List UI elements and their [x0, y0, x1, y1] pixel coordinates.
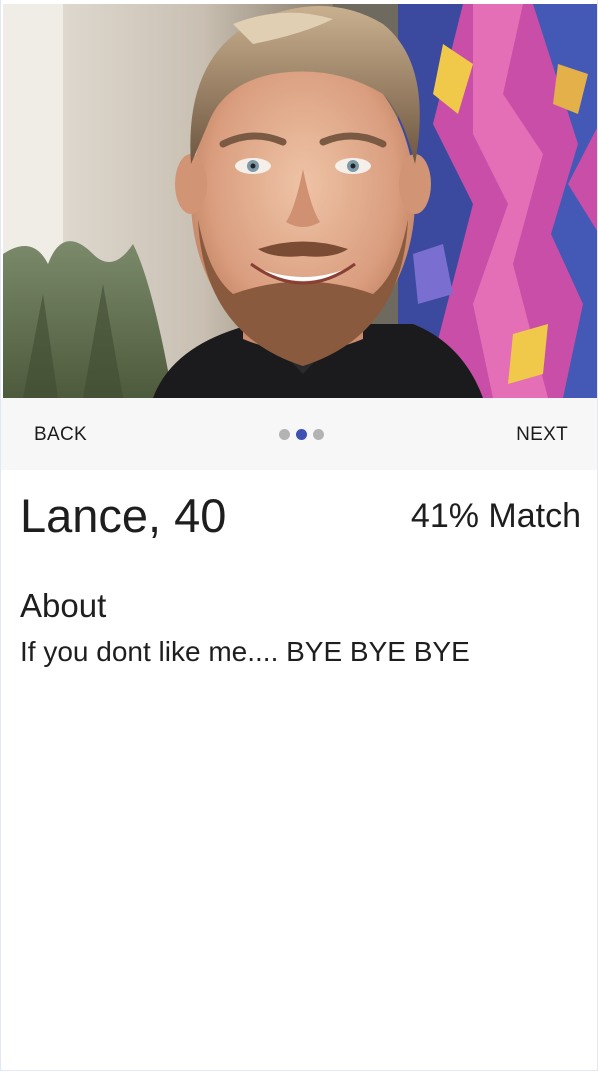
about-heading: About — [20, 587, 107, 624]
step-dot-2-active — [296, 429, 307, 440]
photo-stepper: BACK NEXT — [1, 398, 597, 470]
next-button[interactable]: NEXT — [502, 398, 582, 470]
step-indicator — [279, 429, 324, 441]
step-dot-3 — [313, 429, 324, 440]
match-percentage: 41% Match — [410, 497, 581, 535]
profile-card: BACK NEXT Lance, 40 41% Match About If y… — [0, 0, 598, 1071]
back-button[interactable]: BACK — [20, 398, 101, 470]
profile-photo — [3, 4, 597, 398]
about-text: If you dont like me.... BYE BYE BYE — [20, 636, 470, 667]
step-dot-1 — [279, 429, 290, 440]
profile-name-age: Lance, 40 — [20, 489, 227, 542]
